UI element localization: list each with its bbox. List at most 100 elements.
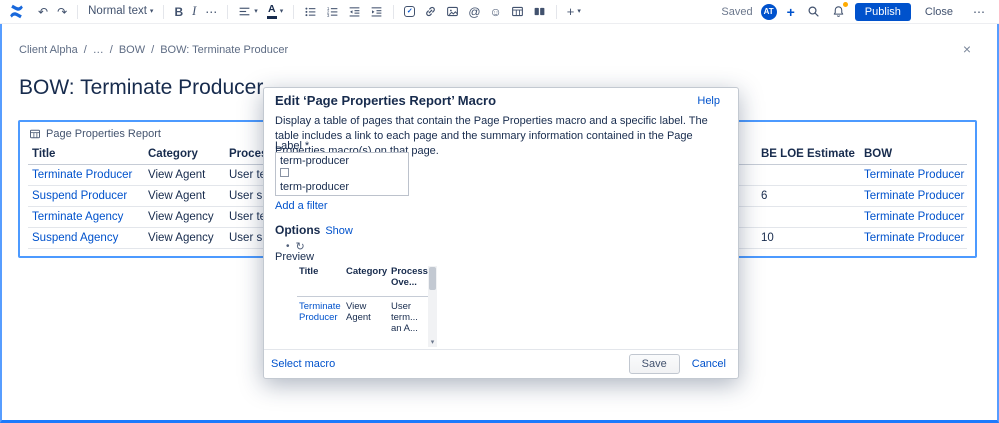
preview-header-row: Title Category Process Ove... — [297, 264, 429, 297]
breadcrumb-ellipsis[interactable]: … — [93, 44, 104, 56]
bow-link[interactable]: Terminate Producer — [864, 169, 964, 181]
image-icon — [446, 5, 459, 18]
outdent-button[interactable] — [344, 3, 365, 20]
cancel-link[interactable]: Cancel — [692, 358, 726, 370]
close-editor-button[interactable]: Close — [919, 5, 959, 19]
more-formatting-icon: ⋯ — [205, 4, 218, 19]
bold-button[interactable]: B — [170, 4, 187, 20]
preview-heading: Preview — [275, 251, 315, 263]
svg-text:3: 3 — [327, 13, 330, 18]
text-color-letter: A — [268, 3, 276, 16]
preview-page-link[interactable]: Terminate Producer — [299, 301, 341, 323]
category-cell: View Agent — [144, 185, 225, 207]
toolbar-divider — [163, 4, 165, 19]
estimate-cell: 6 — [757, 185, 860, 207]
dialog-actions: Save Cancel — [628, 354, 726, 374]
label-text: Label — [275, 140, 302, 152]
insert-image-button[interactable] — [442, 3, 463, 20]
text-color-dropdown[interactable]: A ▾ — [263, 2, 288, 21]
alignment-dropdown[interactable]: ▾ — [234, 3, 262, 20]
close-icon[interactable]: × — [963, 41, 971, 57]
action-item-icon: ✓ — [404, 6, 416, 17]
toolbar-divider — [227, 4, 229, 19]
action-item-button[interactable]: ✓ — [400, 4, 419, 19]
link-icon — [424, 5, 437, 18]
scroll-down-arrow-icon[interactable]: ▾ — [428, 338, 437, 347]
plus-icon: + — [566, 4, 575, 19]
more-actions-button[interactable]: ⋯ — [967, 4, 991, 20]
macro-name: Page Properties Report — [46, 128, 161, 140]
page-link[interactable]: Terminate Producer — [32, 169, 132, 181]
avatar[interactable]: AT — [760, 3, 777, 20]
toolbar-left-group: ↶ ↷ Normal text ▾ B I ⋯ ▾ A ▾ 1 2 3 ✓ @ … — [8, 2, 585, 21]
page-link[interactable]: Suspend Producer — [32, 190, 127, 202]
scrollbar-thumb[interactable] — [429, 267, 436, 290]
page-title[interactable]: BOW: Terminate Producer — [19, 76, 263, 100]
page-link[interactable]: Terminate Agency — [32, 211, 123, 223]
category-cell: View Agency — [144, 227, 225, 249]
select-macro-link[interactable]: Select macro — [271, 358, 335, 370]
more-formatting-button[interactable]: ⋯ — [201, 4, 221, 20]
bullet-list-icon — [304, 5, 317, 18]
invite-button[interactable]: + — [785, 5, 797, 19]
category-cell: View Agency — [144, 206, 225, 228]
toolbar-divider — [77, 4, 79, 19]
layouts-icon — [533, 5, 546, 18]
dialog-title: Edit ‘Page Properties Report’ Macro — [275, 93, 497, 108]
undo-icon: ↶ — [38, 4, 49, 19]
bow-link[interactable]: Terminate Producer — [864, 211, 964, 223]
table-icon — [29, 128, 41, 140]
insert-table-button[interactable] — [507, 3, 528, 20]
estimate-cell — [757, 164, 860, 186]
preview-scrollbar[interactable]: ▾ — [428, 266, 437, 347]
undo-button[interactable]: ↶ — [34, 4, 52, 20]
notifications-button[interactable] — [830, 2, 848, 20]
link-button[interactable] — [420, 3, 441, 20]
label-input[interactable]: term-producer — [275, 152, 409, 180]
dialog-footer: Select macro Save Cancel — [264, 349, 738, 378]
chevron-down-icon: ▾ — [577, 8, 581, 15]
layouts-button[interactable] — [529, 3, 550, 20]
toolbar-right-group: Saved AT + Publish Close ⋯ — [721, 2, 991, 21]
preview-column-process: Process Ove... — [389, 264, 429, 297]
show-options-link[interactable]: Show — [325, 225, 353, 237]
italic-icon: I — [192, 4, 197, 19]
notification-badge — [842, 2, 848, 7]
breadcrumb-separator: / — [109, 44, 113, 56]
page-link[interactable]: Suspend Agency — [32, 232, 118, 244]
numbered-list-button[interactable]: 1 2 3 — [322, 3, 343, 20]
text-style-dropdown[interactable]: Normal text ▾ — [84, 4, 157, 20]
indent-button[interactable] — [366, 3, 387, 20]
align-left-icon — [238, 5, 251, 18]
breadcrumb-separator: / — [151, 44, 155, 56]
save-button[interactable]: Save — [628, 354, 680, 374]
bold-icon: B — [174, 4, 184, 19]
search-button[interactable] — [805, 3, 822, 20]
preview-category-cell: View Agent — [346, 300, 371, 323]
mention-button[interactable]: @ — [464, 4, 484, 20]
add-filter-link[interactable]: Add a filter — [275, 200, 328, 212]
emoji-button[interactable]: ☺ — [486, 4, 506, 20]
redo-button[interactable]: ↷ — [53, 4, 71, 20]
preview-column-title: Title — [297, 264, 344, 297]
preview-table: Title Category Process Ove... Terminate … — [297, 264, 429, 334]
bullet-list-button[interactable] — [300, 3, 321, 20]
italic-button[interactable]: I — [188, 3, 200, 20]
breadcrumb-item-current[interactable]: BOW: Terminate Producer — [160, 44, 288, 56]
help-link[interactable]: Help — [697, 95, 720, 107]
estimate-cell: 10 — [757, 227, 860, 249]
insert-more-dropdown[interactable]: + ▾ — [563, 3, 585, 20]
text-style-label: Normal text — [88, 4, 147, 17]
publish-button[interactable]: Publish — [854, 2, 911, 21]
breadcrumb-item-space[interactable]: Client Alpha — [19, 44, 78, 56]
required-asterisk: * — [304, 140, 310, 152]
chevron-down-icon: ▾ — [149, 8, 154, 15]
emoji-icon: ☺ — [489, 4, 502, 19]
bow-link[interactable]: Terminate Producer — [864, 232, 964, 244]
bow-link[interactable]: Terminate Producer — [864, 190, 964, 202]
breadcrumb-item-parent[interactable]: BOW — [119, 44, 145, 56]
label-suggestion-option[interactable]: term-producer — [275, 179, 409, 196]
options-heading: Options — [275, 223, 321, 237]
breadcrumb: Client Alpha / … / BOW / BOW: Terminate … — [19, 44, 288, 56]
bell-icon — [832, 5, 845, 18]
